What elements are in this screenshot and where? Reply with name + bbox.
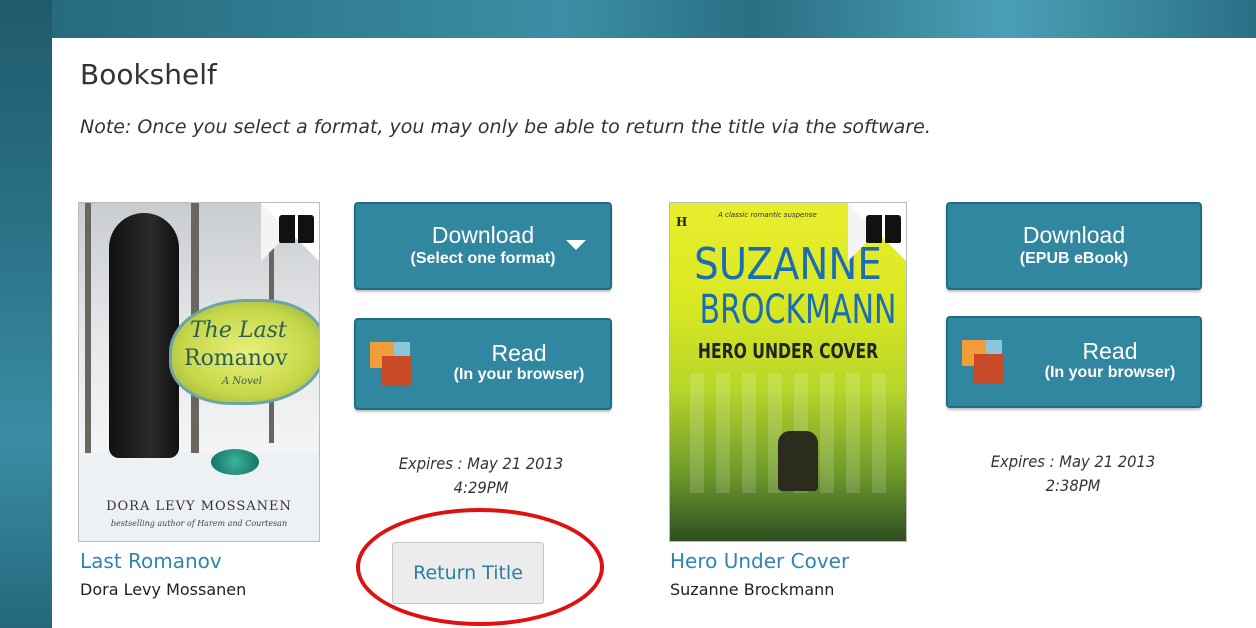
tree (85, 203, 91, 463)
background-side (0, 0, 52, 628)
read-button[interactable]: Read (In your browser) (354, 318, 612, 410)
expires-date: Expires : May 21 2013 (398, 454, 564, 473)
expires-time: 2:38PM (1045, 476, 1101, 495)
highlight-circle (356, 508, 604, 626)
cover-tagline: bestselling author of Harem and Courtesa… (110, 519, 288, 528)
read-label: Read (491, 340, 547, 366)
cover-title: HERO UNDER COVER (697, 339, 879, 363)
book-cover-hero-under-cover[interactable]: H A classic romantic suspense SUZANNE BR… (669, 202, 907, 542)
ebook-icon (279, 215, 315, 243)
page-title: Bookshelf (80, 58, 217, 91)
read-sublabel: (In your browser) (1044, 364, 1176, 381)
cover-top-text: A classic romantic suspense (718, 211, 817, 219)
expires-date: Expires : May 21 2013 (990, 452, 1156, 471)
book-author: Dora Levy Mossanen (80, 580, 247, 599)
faberge-egg (211, 449, 259, 475)
read-sublabel: (In your browser) (453, 366, 585, 383)
download-sublabel: (Select one format) (410, 250, 556, 267)
book-title-link[interactable]: Hero Under Cover (670, 549, 849, 573)
cover-author-last: BROCKMANN (699, 287, 897, 333)
cover-title-line1: The Last (190, 318, 287, 343)
book-author: Suzanne Brockmann (670, 580, 835, 599)
expires-time: 4:29PM (453, 478, 509, 497)
ebook-icon (866, 215, 902, 243)
cover-author: DORA LEVY MOSSANEN (106, 499, 292, 514)
read-button[interactable]: Read (In your browser) (946, 316, 1202, 408)
cover-subtitle: A Novel (222, 376, 262, 387)
download-button[interactable]: Download (Select one format) (354, 202, 612, 290)
cloaked-figure (109, 213, 179, 458)
read-label: Read (1082, 338, 1138, 364)
chevron-down-icon[interactable] (566, 240, 586, 250)
running-figures (778, 431, 818, 491)
cover-title-line2: Romanov (184, 346, 288, 371)
download-label: Download (1022, 222, 1126, 248)
download-sublabel: (EPUB eBook) (1019, 250, 1129, 267)
background-banner (0, 0, 1256, 38)
format-note: Note: Once you select a format, you may … (80, 116, 931, 138)
publisher-logo: H (676, 215, 688, 229)
cover-title-plaque: The Last Romanov A Novel (169, 299, 319, 405)
book-cover-last-romanov[interactable]: The Last Romanov A Novel DORA LEVY MOSSA… (78, 202, 320, 542)
book-title-link[interactable]: Last Romanov (80, 549, 222, 573)
download-button[interactable]: Download (EPUB eBook) (946, 202, 1202, 290)
